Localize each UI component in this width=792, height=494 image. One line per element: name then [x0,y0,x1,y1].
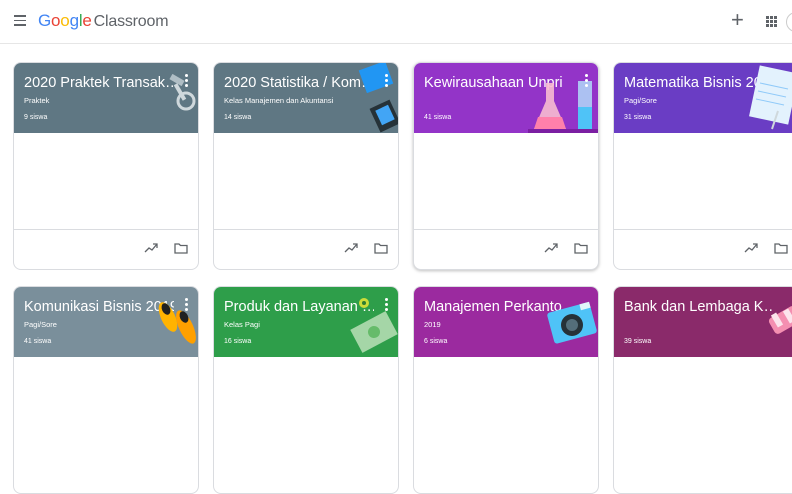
student-count: 41 siswa [24,338,52,345]
notebook-icon [749,65,792,130]
product-name: Classroom [93,13,169,30]
class-card-footer [414,229,598,269]
class-card-header[interactable]: Matematika Bisnis 20… Pagi/Sore 31 siswa [614,63,792,133]
logo-letter: G [38,11,52,30]
logo-letter: o [60,11,70,30]
class-title[interactable]: 2020 Statistika / Kom… [224,75,374,91]
class-options-kebab-icon[interactable] [382,74,390,90]
class-options-kebab-icon[interactable] [582,74,590,90]
class-title[interactable]: Komunikasi Bisnis 2019 [24,299,174,315]
class-card[interactable]: Manajemen Perkanto… 2019 6 siswa [413,286,599,494]
class-section: Praktek [24,96,50,105]
folder-icon[interactable] [774,242,788,254]
create-or-join-class-button[interactable]: + [731,9,744,31]
folder-icon[interactable] [574,242,588,254]
google-classroom-logo[interactable]: Google Classroom [38,11,169,31]
money-icon [350,298,398,353]
trending-up-icon[interactable] [744,242,758,254]
class-title[interactable]: Bank dan Lembaga K… [624,299,774,315]
class-card-header[interactable]: Bank dan Lembaga K… 39 siswa [614,287,792,357]
class-card-footer [14,229,198,269]
trending-up-icon[interactable] [544,242,558,254]
student-count: 9 siswa [24,114,48,121]
logo-letter: o [51,11,61,30]
student-count: 6 siswa [424,338,448,345]
google-apps-icon[interactable] [766,16,777,27]
class-section: 2019 [424,320,441,329]
class-card-header[interactable]: 2020 Praktek Transak… Praktek 9 siswa [14,63,198,133]
class-card[interactable]: Produk dan Layanan … Kelas Pagi 16 siswa [213,286,399,494]
logo-letter: g [69,11,79,30]
trending-up-icon[interactable] [344,242,358,254]
top-app-bar: Google Classroom + [0,0,792,44]
logo-letter: e [82,11,92,30]
class-card-footer [614,229,792,269]
student-count: 14 siswa [224,114,252,121]
class-card[interactable]: Matematika Bisnis 20… Pagi/Sore 31 siswa [613,62,792,270]
class-card-header[interactable]: Komunikasi Bisnis 2019 Pagi/Sore 41 sisw… [14,287,198,357]
student-count: 41 siswa [424,114,452,121]
class-card-header[interactable]: 2020 Statistika / Kom… Kelas Manajemen d… [214,63,398,133]
folder-icon[interactable] [374,242,388,254]
candy-icon [768,306,792,334]
class-card[interactable]: Bank dan Lembaga K… 39 siswa [613,286,792,494]
wrench-icon [169,73,196,111]
student-count: 39 siswa [624,338,652,345]
class-card[interactable]: 2020 Praktek Transak… Praktek 9 siswa [13,62,199,270]
class-section: Pagi/Sore [24,320,57,329]
class-card-header[interactable]: Produk dan Layanan … Kelas Pagi 16 siswa [214,287,398,357]
class-card[interactable]: Kewirausahaan Unpri 41 siswa [413,62,599,270]
class-options-kebab-icon[interactable] [182,298,190,314]
class-section: Pagi/Sore [624,96,657,105]
trending-up-icon[interactable] [144,242,158,254]
tablet-icon [358,63,398,133]
class-title[interactable]: 2020 Praktek Transak… [24,75,174,91]
camera-icon [547,301,597,344]
class-card-footer [214,229,398,269]
class-card[interactable]: Komunikasi Bisnis 2019 Pagi/Sore 41 sisw… [13,286,199,494]
student-count: 16 siswa [224,338,252,345]
student-count: 31 siswa [624,114,652,121]
avatar[interactable] [786,12,792,32]
class-card-header[interactable]: Manajemen Perkanto… 2019 6 siswa [414,287,598,357]
flippers-icon [158,302,196,344]
main-menu-icon[interactable] [14,15,26,27]
class-section: Kelas Manajemen dan Akuntansi [224,96,334,105]
class-card-header[interactable]: Kewirausahaan Unpri 41 siswa [414,63,598,133]
class-options-kebab-icon[interactable] [382,298,390,314]
class-options-kebab-icon[interactable] [182,74,190,90]
folder-icon[interactable] [174,242,188,254]
class-card[interactable]: 2020 Statistika / Kom… Kelas Manajemen d… [213,62,399,270]
class-section: Kelas Pagi [224,320,260,329]
